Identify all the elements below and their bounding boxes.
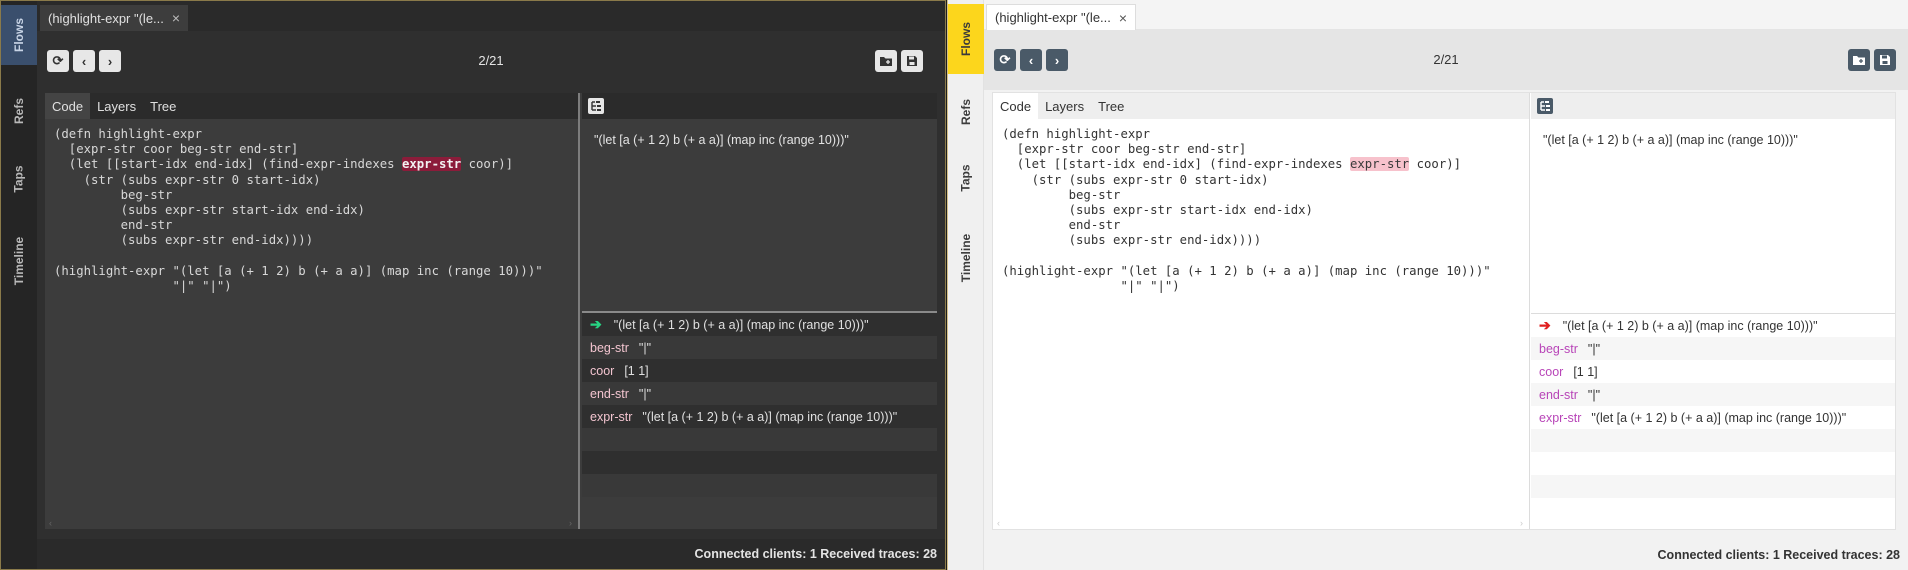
tree-view-icon[interactable] xyxy=(588,98,604,114)
empty-row xyxy=(1531,475,1895,498)
result-pane: "(let [a (+ 1 2) b (+ a a)] (map inc (ra… xyxy=(582,93,937,529)
tab-taps[interactable]: Taps xyxy=(948,150,984,206)
chevron-right-icon: › xyxy=(1054,52,1060,68)
local-row[interactable]: coor [1 1] xyxy=(582,359,937,382)
local-row[interactable]: expr-str "(let [a (+ 1 2) b (+ a a)] (map… xyxy=(1531,406,1895,429)
code-tabs: Code Layers Tree xyxy=(45,93,578,119)
highlighted-expression[interactable]: expr-str xyxy=(1349,157,1410,172)
tab-refs[interactable]: Refs xyxy=(1,83,37,139)
result-value[interactable]: "(let [a (+ 1 2) b (+ a a)] (map inc (ra… xyxy=(1543,133,1798,147)
tab-flows[interactable]: Flows xyxy=(1,5,37,65)
tab-code[interactable]: Code xyxy=(993,93,1039,119)
tab-timeline[interactable]: Timeline xyxy=(1,226,37,296)
reload-button[interactable]: ⟳ xyxy=(994,49,1016,71)
result-toolbar xyxy=(1531,93,1895,119)
tab-tree[interactable]: Tree xyxy=(143,93,183,119)
close-icon[interactable]: × xyxy=(1119,10,1127,26)
connection-status: Connected clients: 1 Received traces: 28 xyxy=(1657,548,1900,562)
prev-button[interactable]: ‹ xyxy=(73,50,95,72)
prev-button[interactable]: ‹ xyxy=(1020,49,1042,71)
flow-panel: Code Layers Tree (defn highlight-expr [e… xyxy=(992,92,1896,530)
step-counter: 2/21 xyxy=(478,53,504,68)
flow-tab-bar: (highlight-expr "(le... × xyxy=(984,0,1908,30)
save-button[interactable] xyxy=(1874,49,1896,71)
status-bar: Connected clients: 1 Received traces: 28 xyxy=(37,539,945,569)
debugger-window-light: Flows Refs Taps Timeline (highlight-expr… xyxy=(947,0,1908,570)
result-pane: "(let [a (+ 1 2) b (+ a a)] (map inc (ra… xyxy=(1531,93,1895,529)
flow-tab[interactable]: (highlight-expr "(le... × xyxy=(40,5,189,31)
chevron-right-icon: › xyxy=(107,53,113,69)
open-folder-button[interactable] xyxy=(875,50,897,72)
locals-list: ➔ "(let [a (+ 1 2) b (+ a a)] (map inc (r… xyxy=(582,311,937,529)
tree-view-icon[interactable] xyxy=(1537,98,1553,114)
reload-button[interactable]: ⟳ xyxy=(47,50,69,72)
close-icon[interactable]: × xyxy=(172,10,180,26)
local-row[interactable]: coor [1 1] xyxy=(1531,360,1895,383)
next-button[interactable]: › xyxy=(99,50,121,72)
chevron-left-icon: ‹ xyxy=(1028,52,1034,68)
arrow-right-icon: ➔ xyxy=(1539,317,1551,333)
result-toolbar xyxy=(582,93,937,119)
status-bar: Connected clients: 1 Received traces: 28 xyxy=(984,540,1908,570)
flow-tab-label: (highlight-expr "(le... xyxy=(995,10,1111,25)
return-value-row[interactable]: ➔ "(let [a (+ 1 2) b (+ a a)] (map inc (r… xyxy=(582,313,937,336)
return-value-row[interactable]: ➔ "(let [a (+ 1 2) b (+ a a)] (map inc (r… xyxy=(1531,314,1895,337)
reload-icon: ⟳ xyxy=(999,52,1011,67)
tab-layers[interactable]: Layers xyxy=(1038,93,1091,119)
code-view[interactable]: (defn highlight-expr [expr-str coor beg-… xyxy=(1002,127,1491,294)
reload-icon: ⟳ xyxy=(52,53,64,68)
tab-code[interactable]: Code xyxy=(45,93,91,119)
local-row[interactable]: beg-str "|" xyxy=(582,336,937,359)
chevron-left-icon: ‹ xyxy=(81,53,87,69)
tab-flows[interactable]: Flows xyxy=(948,4,984,74)
tab-tree[interactable]: Tree xyxy=(1091,93,1131,119)
empty-row xyxy=(582,451,937,474)
save-icon xyxy=(1880,55,1890,65)
highlighted-expression[interactable]: expr-str xyxy=(401,157,462,172)
result-value[interactable]: "(let [a (+ 1 2) b (+ a a)] (map inc (ra… xyxy=(594,133,849,147)
code-pane: Code Layers Tree (defn highlight-expr [e… xyxy=(993,93,1530,529)
tab-timeline[interactable]: Timeline xyxy=(948,223,984,293)
code-pane: Code Layers Tree (defn highlight-expr [e… xyxy=(45,93,580,529)
local-row[interactable]: expr-str "(let [a (+ 1 2) b (+ a a)] (map… xyxy=(582,405,937,428)
folder-icon xyxy=(1853,56,1865,65)
flow-toolbar: ⟳ ‹ › 2/21 xyxy=(37,31,945,91)
open-folder-button[interactable] xyxy=(1848,49,1870,71)
arrow-right-icon: ➔ xyxy=(590,316,602,332)
vertical-tab-bar: Flows Refs Taps Timeline xyxy=(1,1,37,569)
code-tabs: Code Layers Tree xyxy=(993,93,1529,119)
empty-row xyxy=(1531,452,1895,475)
tab-layers[interactable]: Layers xyxy=(90,93,143,119)
flow-tab[interactable]: (highlight-expr "(le... × xyxy=(986,4,1137,30)
empty-row xyxy=(1531,429,1895,452)
local-row[interactable]: end-str "|" xyxy=(582,382,937,405)
empty-row xyxy=(582,474,937,497)
debugger-window-dark: Flows Refs Taps Timeline (highlight-expr… xyxy=(0,0,946,570)
locals-list: ➔ "(let [a (+ 1 2) b (+ a a)] (map inc (r… xyxy=(1531,313,1895,529)
connection-status: Connected clients: 1 Received traces: 28 xyxy=(694,547,937,561)
local-row[interactable]: beg-str "|" xyxy=(1531,337,1895,360)
empty-row xyxy=(582,428,937,451)
save-icon xyxy=(907,56,917,66)
horizontal-scrollbar[interactable]: ‹ › xyxy=(997,517,1523,529)
step-counter: 2/21 xyxy=(1433,52,1459,67)
local-row[interactable]: end-str "|" xyxy=(1531,383,1895,406)
tab-refs[interactable]: Refs xyxy=(948,84,984,140)
flow-tab-label: (highlight-expr "(le... xyxy=(48,10,164,26)
next-button[interactable]: › xyxy=(1046,49,1068,71)
folder-icon xyxy=(880,57,892,66)
flow-toolbar: ⟳ ‹ › 2/21 xyxy=(984,30,1908,90)
vertical-tab-bar: Flows Refs Taps Timeline xyxy=(948,0,984,570)
horizontal-scrollbar[interactable]: ‹ › xyxy=(49,517,572,529)
tab-taps[interactable]: Taps xyxy=(1,151,37,207)
save-button[interactable] xyxy=(901,50,923,72)
flow-panel: Code Layers Tree (defn highlight-expr [e… xyxy=(45,93,937,529)
flow-tab-bar: (highlight-expr "(le... × xyxy=(37,1,945,31)
code-view[interactable]: (defn highlight-expr [expr-str coor beg-… xyxy=(54,127,543,294)
